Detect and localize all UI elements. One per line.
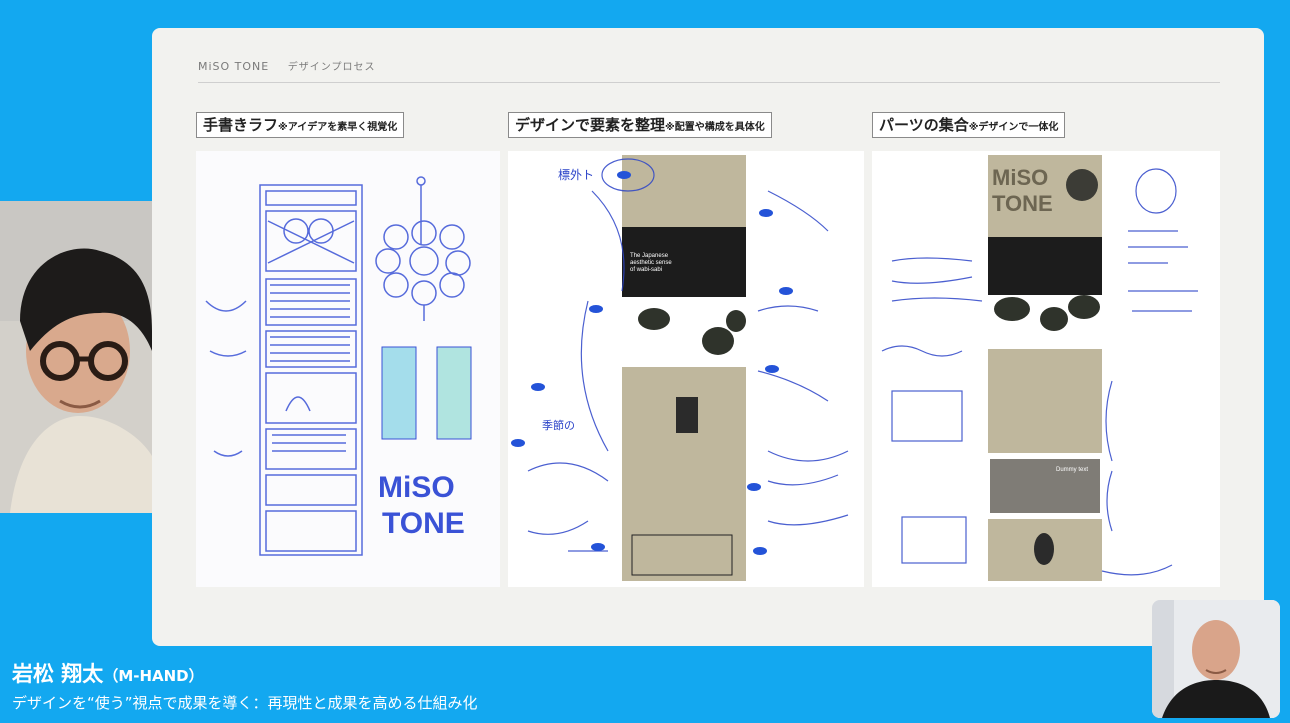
mock-logo-line2: TONE [992, 191, 1053, 216]
slide-header: MiSO TONE デザインプロセス [198, 58, 389, 73]
column-title-organize: デザインで要素を整理※配置や構成を具体化 [508, 112, 772, 138]
sketch-logo-line1: MiSO [378, 471, 455, 504]
sketch-label-1: 標外ト [558, 168, 594, 182]
mock-dummy-text: Dummy text [1056, 467, 1088, 473]
sketch-logo-line2: TONE [382, 507, 465, 540]
sketch-label-2: 季節の [542, 418, 575, 432]
mock-hero-text-2: aesthetic sense [630, 260, 672, 266]
brand-label: MiSO TONE [198, 60, 270, 73]
talk-title: デザインを“使う”視点で成果を導く：再現性と成果を高める仕組み化 [12, 694, 478, 712]
column-note: ※アイデアを素早く視覚化 [278, 122, 398, 133]
mock-hero-text-1: The Japanese [630, 253, 669, 259]
speaker-name-text: 岩松 翔太 [12, 662, 104, 686]
person-video-frame [1152, 600, 1280, 718]
parts-collection-image: MiSO TONE Dummy text [872, 151, 1220, 587]
column-title-text: パーツの集合 [879, 116, 969, 134]
column-title-text: 手書きラフ [203, 116, 279, 134]
speaker-webcam-right [1152, 600, 1280, 718]
mock-hero-text-3: of wabi-sabi [630, 267, 662, 273]
header-divider [198, 82, 1220, 83]
column-title-rough-sketch: 手書きラフ※アイデアを素早く視覚化 [196, 112, 405, 138]
column-note: ※デザインで一体化 [968, 122, 1059, 133]
column-title-text: デザインで要素を整理 [515, 116, 666, 134]
speaker-name: 岩松 翔太（M-HAND） [12, 658, 204, 688]
section-label: デザインプロセス [287, 62, 376, 73]
presentation-slide: MiSO TONE デザインプロセス 手書きラフ※アイデアを素早く視覚化 デザイ… [152, 28, 1264, 646]
mock-logo-line1: MiSO [992, 165, 1048, 190]
speaker-webcam-left [0, 201, 152, 513]
rough-sketch-image: MiSO TONE [196, 151, 500, 587]
column-title-parts: パーツの集合※デザインで一体化 [872, 112, 1066, 138]
speaker-org: （M-HAND） [103, 667, 204, 685]
column-note: ※配置や構成を具体化 [665, 122, 765, 133]
person-video-frame [0, 201, 152, 513]
design-organize-image: The Japanese aesthetic sense of wabi-sab… [508, 151, 864, 587]
